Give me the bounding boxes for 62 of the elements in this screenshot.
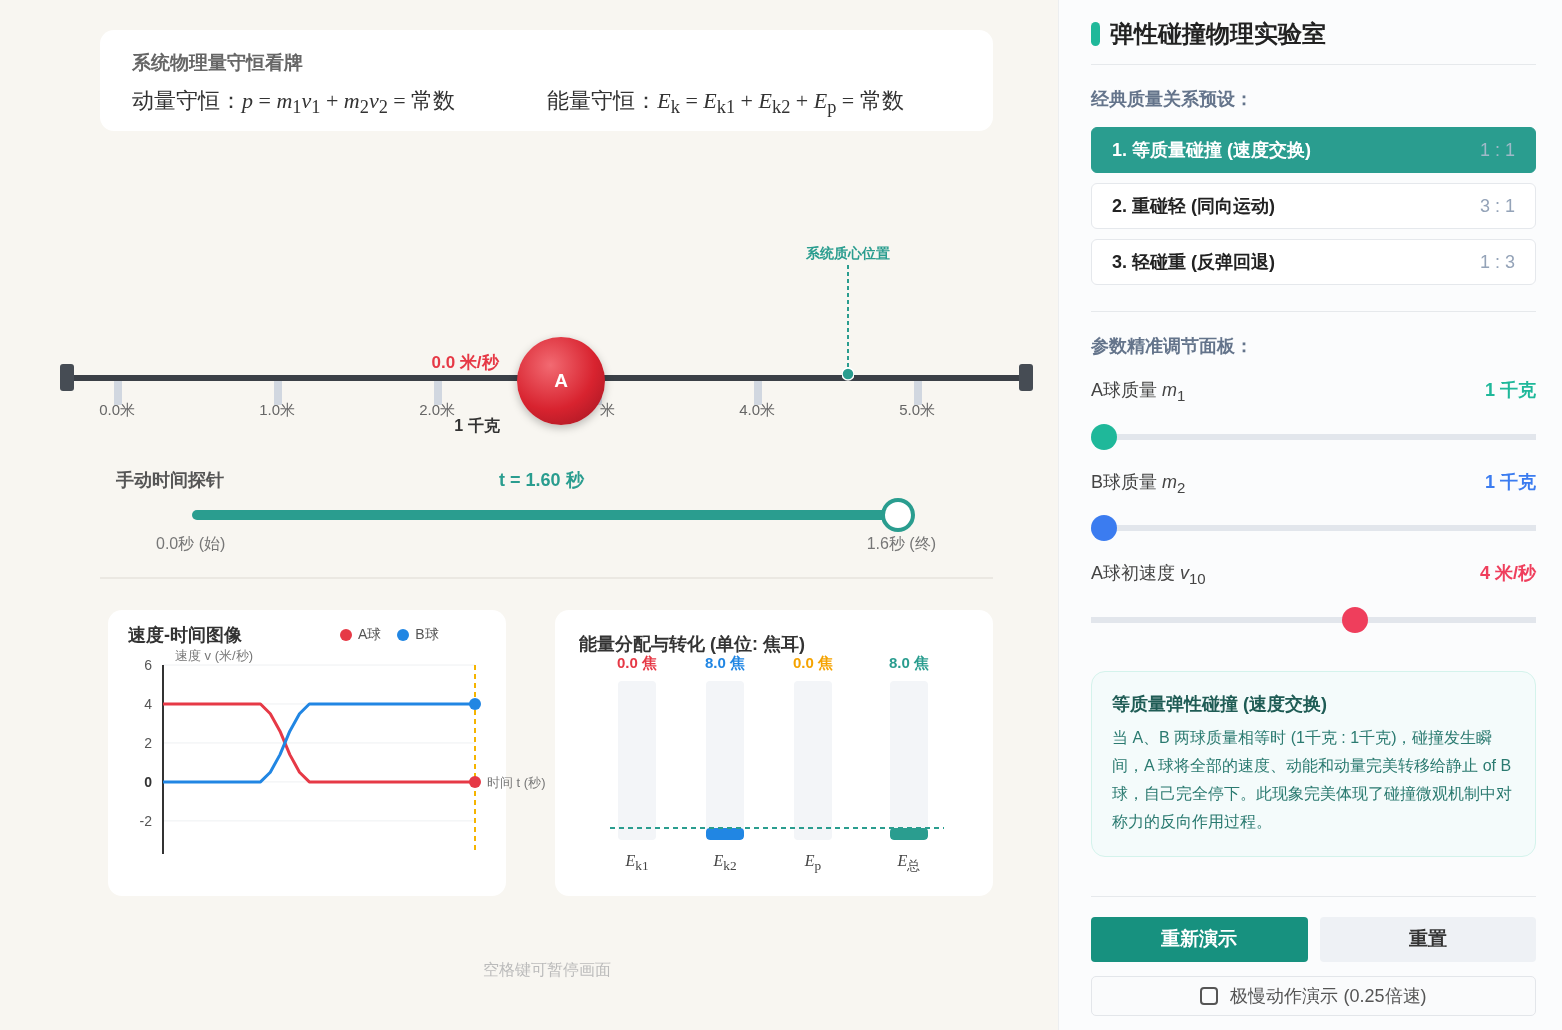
section-label: 参数精准调节面板：	[1091, 335, 1254, 358]
energy-label: E$_{k2}$	[713, 852, 737, 875]
card-title: 系统物理量守恒看牌	[132, 51, 304, 75]
parameter-label: A球质量 m$_{1}$	[1091, 379, 1186, 404]
parameter-value: 1 千克	[1485, 379, 1536, 402]
start-label: 0.0秒 (始)	[156, 534, 226, 554]
parameter-value: 4 米/秒	[1480, 562, 1536, 586]
preset-option[interactable]: 2. 重碰轻 (同向运动) 3 : 1	[1091, 183, 1536, 229]
parameter-label: B球质量 m$_{2}$	[1091, 470, 1186, 496]
chart-title: 能量分配与转化 (单位: 焦耳)	[578, 633, 806, 655]
hint-text: 空格键可暂停画面	[481, 960, 612, 980]
tick-label: 1.0米	[258, 401, 295, 420]
probe-label: 手动时间探针	[116, 469, 225, 492]
preset-option[interactable]: 3. 轻碰重 (反弹回退) 1 : 3	[1091, 239, 1536, 285]
time-reading: t = 1.60 秒	[499, 469, 584, 492]
legend-label: B球	[415, 626, 439, 644]
tick-label: 2.0米	[418, 401, 455, 420]
axis-title: 时间 t (秒)	[487, 774, 546, 790]
axis-title: 速度 v (米/秒)	[175, 648, 253, 663]
energy-value: 0.0 焦	[793, 654, 833, 672]
slider-thumb[interactable]	[1091, 515, 1117, 542]
replay-button[interactable]: 重新演示	[1091, 916, 1308, 962]
current-point	[469, 697, 481, 710]
parameter-label: A球初速度 v$_{10}$	[1091, 562, 1206, 587]
slider-thumb[interactable]	[1342, 606, 1369, 633]
chart-title: 速度-时间图像	[128, 624, 243, 647]
center-of-mass-label: 系统质心位置	[805, 245, 891, 263]
accent-bar	[1091, 22, 1100, 46]
tick-label: 0	[144, 773, 152, 790]
tick-label: 5.0米	[898, 401, 935, 420]
slider-thumb[interactable]	[1091, 423, 1117, 450]
info-text: 当 A、B 两球质量相等时 (1千克 : 1千克)，碰撞发生瞬间，A 球将全部的速度、动能和动量完美转移给静止 of B 球，自己完全停下。此现象完美体现了碰撞微观机制中对称力的反向作用过程。	[1112, 727, 1513, 832]
time-slider[interactable]	[192, 498, 915, 532]
info-title: 等质量弹性碰撞 (速度交换)	[1112, 692, 1328, 716]
energy-value: 0.0 焦	[617, 654, 657, 672]
formula: 动量守恒：p = m$_{1}$v$_{1}$ + m$_{2}$v$_{2}$ = 常数	[132, 87, 456, 119]
tick-label: -2	[139, 812, 152, 829]
reset-button[interactable]: 重置	[1319, 916, 1536, 962]
tick-label: 2	[144, 734, 152, 751]
tick-label: 4	[144, 695, 152, 712]
velocity-label: 0.0 米/秒	[430, 352, 500, 374]
current-point	[469, 775, 481, 788]
slider-thumb[interactable]	[881, 498, 915, 532]
energy-label: E$_{k1}$	[625, 852, 649, 875]
formula: 能量守恒：E$_{k}$ = E$_{k1}$ + E$_{k2}$ + E$_{p}$ = 常数	[547, 87, 904, 119]
checkbox[interactable]	[1200, 986, 1219, 1005]
parameter-value: 1 千克	[1485, 470, 1536, 494]
energy-label: E$_{p}$	[804, 852, 822, 875]
tick-label: 6	[144, 657, 152, 673]
slow-motion-toggle[interactable]: 极慢动作演示 (0.25倍速)	[1091, 975, 1536, 1016]
panel-title: 弹性碰撞物理实验室	[1110, 19, 1326, 49]
energy-value: 8.0 焦	[705, 654, 745, 672]
energy-label: E$_{总}$	[897, 852, 921, 876]
mass-label: 1 千克	[453, 417, 501, 436]
legend-label: A球	[358, 626, 382, 644]
track-end-stop	[1019, 364, 1033, 391]
end-label: 1.6秒 (终)	[866, 534, 936, 554]
track-end-stop	[60, 364, 74, 391]
energy-value: 8.0 焦	[889, 654, 929, 672]
tick-label: 0.0米	[98, 401, 135, 420]
tick-label: 4.0米	[738, 401, 775, 420]
section-label: 经典质量关系预设：	[1091, 88, 1254, 111]
